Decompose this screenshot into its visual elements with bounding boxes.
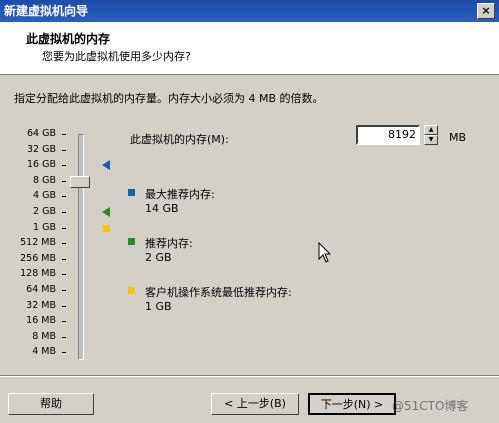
page-title: 此虚拟机的内存	[26, 32, 111, 46]
tick-mark	[62, 134, 66, 135]
tick-mark	[62, 180, 66, 182]
memory-slider-thumb[interactable]	[70, 175, 90, 188]
legend-swatch	[128, 287, 135, 294]
tick-mark	[62, 258, 66, 260]
tick-mark	[62, 243, 66, 245]
tick-mark	[62, 227, 66, 229]
next-button[interactable]: 下一步(N) >	[308, 393, 396, 415]
stepper-down-icon[interactable]: ▼	[424, 135, 438, 145]
tick-mark	[62, 290, 66, 291]
tick-label: 64 GB	[27, 128, 56, 139]
tick-label: 128 MB	[20, 268, 56, 280]
marker-square	[103, 224, 110, 232]
tick-label: 32 GB	[27, 143, 56, 155]
memory-input[interactable]: 8192	[356, 125, 420, 145]
tick-mark	[62, 196, 66, 198]
instruction-text: 指定分配给此虚拟机的内存量。内存大小必须为 4 MB 的倍数。	[14, 92, 324, 105]
tick-label: 8 GB	[33, 174, 56, 186]
legend-value: 2 GB	[145, 251, 172, 264]
legend-title: 客户机操作系统最低推荐内存:	[145, 286, 292, 299]
tick-mark	[62, 274, 66, 276]
page-subtitle: 您要为此虚拟机使用多少内存?	[42, 50, 191, 63]
legend-title: 最大推荐内存:	[145, 188, 215, 201]
tick-label: 4 GB	[33, 190, 56, 202]
legend-swatch	[128, 238, 135, 245]
wizard-header: 此虚拟机的内存 您要为此虚拟机使用多少内存?	[0, 22, 499, 75]
legend-value: 14 GB	[145, 202, 179, 215]
stepper-up-icon[interactable]: ▲	[424, 125, 438, 135]
tick-mark	[62, 149, 66, 151]
tick-label: 512 MB	[20, 237, 56, 249]
tick-label: 256 MB	[20, 252, 56, 264]
legend-title: 推荐内存:	[145, 237, 193, 250]
marker-triangle	[102, 207, 110, 217]
tick-mark	[62, 305, 66, 307]
tick-mark	[62, 321, 66, 323]
tick-label: 16 GB	[27, 159, 56, 171]
tick-label: 1 GB	[33, 221, 56, 233]
mouse-cursor-icon	[318, 242, 332, 263]
memory-label: 此虚拟机的内存(M):	[130, 133, 229, 146]
footer-divider	[0, 375, 499, 377]
tick-mark	[62, 352, 66, 354]
title-bar: 新建虚拟机向导 ×	[0, 0, 499, 22]
marker-triangle	[102, 160, 110, 171]
close-button[interactable]: ×	[477, 3, 495, 19]
tick-mark	[62, 336, 66, 338]
tick-label: 64 MB	[26, 284, 56, 295]
window-title: 新建虚拟机向导	[4, 4, 89, 18]
legend-value: 1 GB	[145, 300, 172, 313]
tick-mark	[62, 165, 66, 167]
tick-mark	[62, 212, 66, 213]
tick-label: 16 MB	[26, 315, 56, 327]
legend-swatch	[128, 189, 135, 196]
tick-label: 32 MB	[26, 299, 56, 311]
tick-label: 4 MB	[32, 346, 56, 358]
tick-label: 8 MB	[32, 330, 56, 342]
memory-stepper[interactable]: ▲ ▼	[424, 125, 438, 145]
help-button[interactable]: 帮助	[8, 393, 94, 415]
memory-slider-track[interactable]	[78, 134, 84, 360]
wizard-window: 新建虚拟机向导 × 此虚拟机的内存 您要为此虚拟机使用多少内存? 指定分配给此虚…	[0, 0, 499, 423]
tick-label: 2 GB	[33, 206, 56, 217]
memory-unit: MB	[449, 131, 467, 144]
back-button[interactable]: < 上一步(B)	[211, 393, 299, 415]
watermark: @51CTO博客	[392, 399, 469, 413]
